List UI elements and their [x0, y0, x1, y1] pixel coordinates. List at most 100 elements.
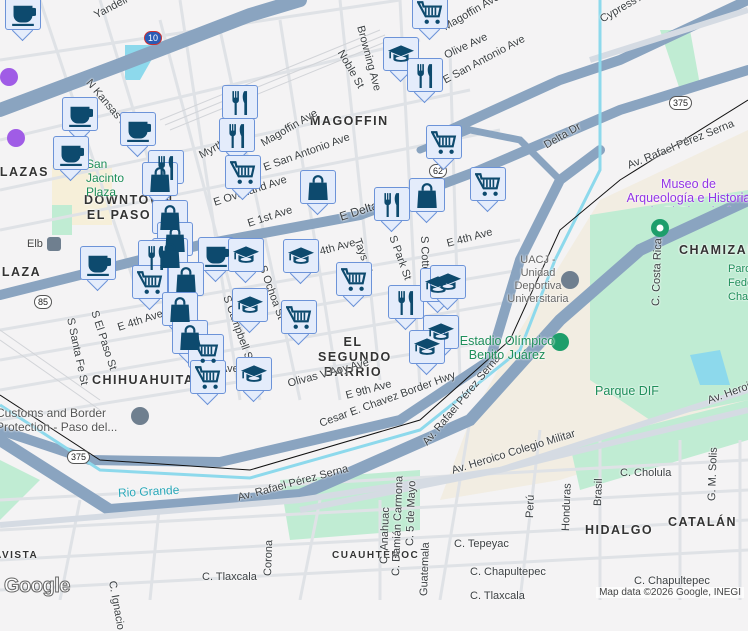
marker-box	[407, 58, 443, 92]
route-375-shield: 375	[67, 450, 91, 464]
google-logo: Google	[4, 575, 71, 598]
graduation-cap-icon	[288, 247, 314, 264]
marker-box	[374, 187, 410, 221]
poi-station-label[interactable]: Elb	[27, 238, 43, 250]
food-marker[interactable]	[388, 285, 424, 331]
cart-marker[interactable]	[336, 262, 372, 308]
coffee-marker[interactable]	[80, 246, 116, 292]
marker-box	[132, 265, 168, 299]
marker-box	[228, 238, 264, 272]
street-label: G. M. Solis	[706, 447, 720, 502]
bag-marker[interactable]	[409, 178, 445, 224]
graduation-cap-icon	[241, 365, 267, 382]
school-marker[interactable]	[283, 239, 319, 285]
graduation-cap-icon	[414, 338, 440, 355]
street-label: Guatemala	[418, 542, 432, 597]
school-marker[interactable]	[228, 238, 264, 284]
marker-box	[142, 162, 178, 196]
marker-box	[168, 262, 204, 296]
coffee-cup-icon	[205, 246, 229, 267]
coffee-cup-icon	[12, 5, 36, 26]
route-85-shield: 85	[34, 295, 53, 309]
street-label: C. Tlaxcala	[470, 590, 525, 602]
street-label: C. Tlaxcala	[202, 571, 257, 583]
cart-marker[interactable]	[426, 125, 462, 171]
school-marker[interactable]	[236, 357, 272, 403]
marker-box	[222, 85, 258, 119]
coffee-marker[interactable]	[5, 0, 41, 42]
poi-museum-label[interactable]: Museo de Arqueología e Historia de El Ch…	[626, 177, 748, 207]
marker-box	[219, 118, 255, 152]
coffee-marker[interactable]	[62, 97, 98, 143]
marker-box	[283, 239, 319, 273]
shopping-bag-icon	[417, 183, 437, 208]
neighborhood-label: HIDALGO	[585, 523, 654, 537]
fork-knife-icon	[384, 193, 400, 217]
school-marker[interactable]	[409, 330, 445, 376]
poi-plaza-label[interactable]: San Jacinto Plaza	[86, 157, 136, 199]
street-label: C. Costa Rica	[650, 237, 665, 307]
marker-box	[225, 155, 261, 189]
fork-knife-icon	[232, 91, 248, 115]
shopping-cart-icon	[137, 271, 163, 294]
neighborhood-label: CHAMIZAL	[679, 243, 748, 257]
marker-box	[120, 112, 156, 146]
graduation-cap-icon	[435, 273, 461, 290]
cart-marker[interactable]	[225, 155, 261, 201]
shopping-cart-icon	[417, 1, 443, 24]
coffee-marker[interactable]	[53, 136, 89, 182]
marker-box	[5, 0, 41, 30]
poi-stadium-label[interactable]: Estadio Olímpico Benito Juárez	[457, 334, 557, 362]
street-label: C. Chapultepec	[634, 575, 710, 587]
fork-knife-icon	[398, 291, 414, 315]
marker-box	[232, 288, 268, 322]
route-375-shield: 375	[669, 96, 693, 110]
cart-marker[interactable]	[470, 167, 506, 213]
graduation-cap-icon	[237, 296, 263, 313]
poi-uacj-label[interactable]: UACJ - Unidad Deportiva Universitaria	[503, 254, 573, 306]
street-label: C. Chapultepec	[470, 566, 546, 578]
poi-customs-label[interactable]: Customs and Border Protection - Paso del…	[0, 406, 126, 434]
neighborhood-label: CUAUHTÉMOC	[332, 550, 420, 561]
fork-knife-icon	[417, 64, 433, 88]
poi-parque-dif-label[interactable]: Parque DIF	[595, 384, 659, 398]
bag-marker[interactable]	[300, 170, 336, 216]
marker-box	[198, 237, 234, 271]
shopping-bag-icon	[176, 267, 196, 292]
street-label: Corona	[262, 539, 276, 577]
shopping-cart-icon	[431, 131, 457, 154]
school-marker[interactable]	[430, 265, 466, 311]
neighborhood-label: CATALÁN	[668, 515, 738, 529]
marker-box	[162, 292, 198, 326]
marker-box	[409, 178, 445, 212]
shopping-bag-icon	[170, 297, 190, 322]
graduation-cap-icon	[233, 246, 259, 263]
shopping-cart-icon	[286, 306, 312, 329]
street-label: Perú	[524, 494, 537, 519]
map-attribution[interactable]: Map data ©2026 Google, INEGI	[596, 587, 744, 598]
street-label: Honduras	[560, 483, 574, 532]
cart-marker[interactable]	[281, 300, 317, 346]
marker-box	[188, 334, 224, 368]
interstate-10-shield: 10	[144, 31, 163, 45]
cart-marker[interactable]	[412, 0, 448, 41]
street-label: C. Cholula	[620, 467, 672, 479]
shopping-cart-icon	[341, 268, 367, 291]
marker-box	[300, 170, 336, 204]
shopping-cart-icon	[195, 366, 221, 389]
cart-marker[interactable]	[190, 360, 226, 406]
shopping-cart-icon	[230, 161, 256, 184]
neighborhood-label: PLAZA	[0, 265, 42, 279]
marker-box	[281, 300, 317, 334]
marker-box	[62, 97, 98, 131]
food-marker[interactable]	[407, 58, 443, 104]
marker-box	[388, 285, 424, 319]
marker-box	[236, 357, 272, 391]
coffee-cup-icon	[127, 121, 151, 142]
neighborhood-label: PLAZAS	[0, 165, 49, 179]
shopping-cart-icon	[193, 340, 219, 363]
poi-park-label[interactable]: Parque Federal Chamizal	[728, 262, 748, 304]
street-label: Brasil	[592, 478, 605, 507]
food-marker[interactable]	[374, 187, 410, 233]
school-marker[interactable]	[232, 288, 268, 334]
